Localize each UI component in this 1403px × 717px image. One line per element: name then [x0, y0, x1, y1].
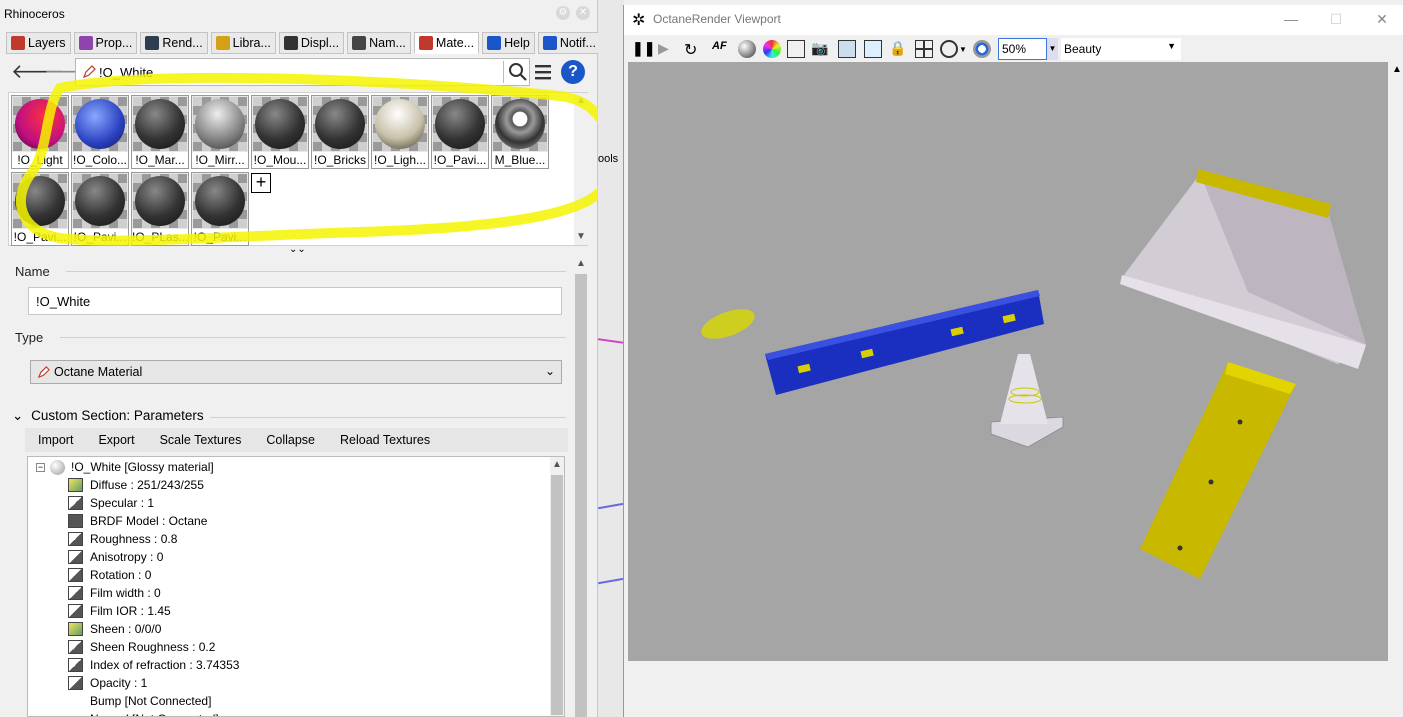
parameter-node-icon	[68, 586, 83, 600]
blue-barrier	[765, 290, 1044, 395]
curve-fragment	[598, 502, 624, 510]
grid-icon[interactable]	[915, 40, 933, 58]
restart-icon[interactable]: ↻	[684, 40, 702, 59]
material-type-select[interactable]: Octane Material ⌄	[30, 360, 562, 384]
curve-fragment	[598, 577, 624, 585]
parameter-node-icon	[68, 550, 83, 564]
render-viewport[interactable]	[628, 62, 1388, 661]
octane-titlebar: ✲ OctaneRender Viewport — ☐ ✕	[624, 5, 1403, 35]
parameter-node-icon	[68, 478, 83, 492]
play-icon[interactable]: ▶	[658, 40, 676, 58]
properties-scrollbar[interactable]: ▲	[574, 254, 588, 717]
pause-icon[interactable]: ❚❚	[632, 40, 655, 58]
name-section-label: Name	[15, 264, 50, 279]
toolbar-label-fragment: ools	[598, 153, 619, 165]
type-value: Octane Material	[54, 365, 143, 379]
lock-icon[interactable]: 🔒	[889, 40, 907, 58]
octane-window: ✲ OctaneRender Viewport — ☐ ✕ ❚❚ ▶ ↻ AF …	[623, 5, 1403, 717]
tree-scrollbar[interactable]: ▲	[550, 457, 564, 716]
color-picker-icon[interactable]	[763, 40, 781, 58]
material-picker-icon[interactable]	[738, 40, 756, 58]
export-button[interactable]: Export	[85, 433, 146, 447]
concrete-barrier	[1120, 169, 1366, 369]
rendered-scene	[701, 169, 1366, 579]
parameters-toolbar: Import Export Scale Textures Collapse Reload…	[25, 428, 568, 452]
scale-textures-button[interactable]: Scale Textures	[147, 433, 254, 447]
zoom-icon[interactable]	[973, 40, 991, 58]
parameter-tree: − !O_White [Glossy material] Diffuse : 2…	[27, 456, 565, 717]
parameter-node-icon	[68, 676, 83, 690]
parameter-node-icon	[68, 604, 83, 618]
octane-toolbar: ❚❚ ▶ ↻ AF 📷 🔒 ▼ 50% ▼ Beauty ▼	[624, 35, 1403, 63]
zoom-dropdown-icon[interactable]: ▼	[1046, 38, 1058, 60]
autofocus-icon[interactable]: AF	[712, 40, 730, 58]
parameter-node-icon	[68, 514, 83, 528]
material-properties: Name !O_White Type Octane Material ⌄ ⌄ C…	[8, 254, 588, 717]
viewport-scrollbar[interactable]: ▲	[1390, 62, 1403, 661]
parameter-node-icon	[68, 496, 83, 510]
glossy-material-icon	[50, 460, 65, 475]
traffic-cone	[990, 354, 1064, 448]
parameter-node-icon	[68, 658, 83, 672]
parameter-node-icon	[68, 532, 83, 546]
rhino-viewport-strip: ools	[597, 0, 625, 717]
parameter-node-icon	[68, 640, 83, 654]
export-image-icon[interactable]	[838, 40, 856, 58]
maximize-icon[interactable]: ☐	[1321, 8, 1351, 30]
window-title: OctaneRender Viewport	[653, 12, 781, 26]
chevron-down-icon: ▼	[1167, 41, 1176, 51]
chevron-down-icon: ⌄	[12, 408, 24, 423]
chevron-down-icon: ⌄	[544, 364, 555, 378]
parameter-node-icon	[68, 622, 83, 636]
close-icon[interactable]: ✕	[1367, 8, 1397, 30]
layers-icon[interactable]	[864, 40, 882, 58]
camera-icon[interactable]: 📷	[811, 40, 829, 58]
material-name-field[interactable]: !O_White	[28, 287, 562, 315]
collapse-button[interactable]: Collapse	[253, 433, 327, 447]
import-button[interactable]: Import	[25, 433, 85, 447]
region-render-icon[interactable]	[787, 40, 805, 58]
display-mode-icon[interactable]	[940, 40, 958, 58]
parameter-node-icon	[68, 568, 83, 582]
rhino-panel: Rhinoceros ⚙ ✕ Layers Prop... Rend... Libra…	[0, 0, 616, 717]
octane-logo-icon: ✲	[632, 12, 646, 29]
type-section-label: Type	[15, 330, 44, 345]
render-pass-select[interactable]: Beauty ▼	[1061, 38, 1181, 60]
curve-fragment	[597, 338, 625, 344]
reload-textures-button[interactable]: Reload Textures	[327, 433, 442, 447]
collapse-icon[interactable]: −	[36, 463, 45, 472]
yellow-object	[701, 309, 755, 339]
highlight-annotation	[15, 72, 616, 246]
minimize-icon[interactable]: —	[1276, 8, 1306, 30]
octane-material-icon	[37, 366, 50, 379]
custom-section-header[interactable]: ⌄ Custom Section: Parameters	[12, 408, 204, 424]
yellow-speed-bump	[1140, 362, 1296, 579]
